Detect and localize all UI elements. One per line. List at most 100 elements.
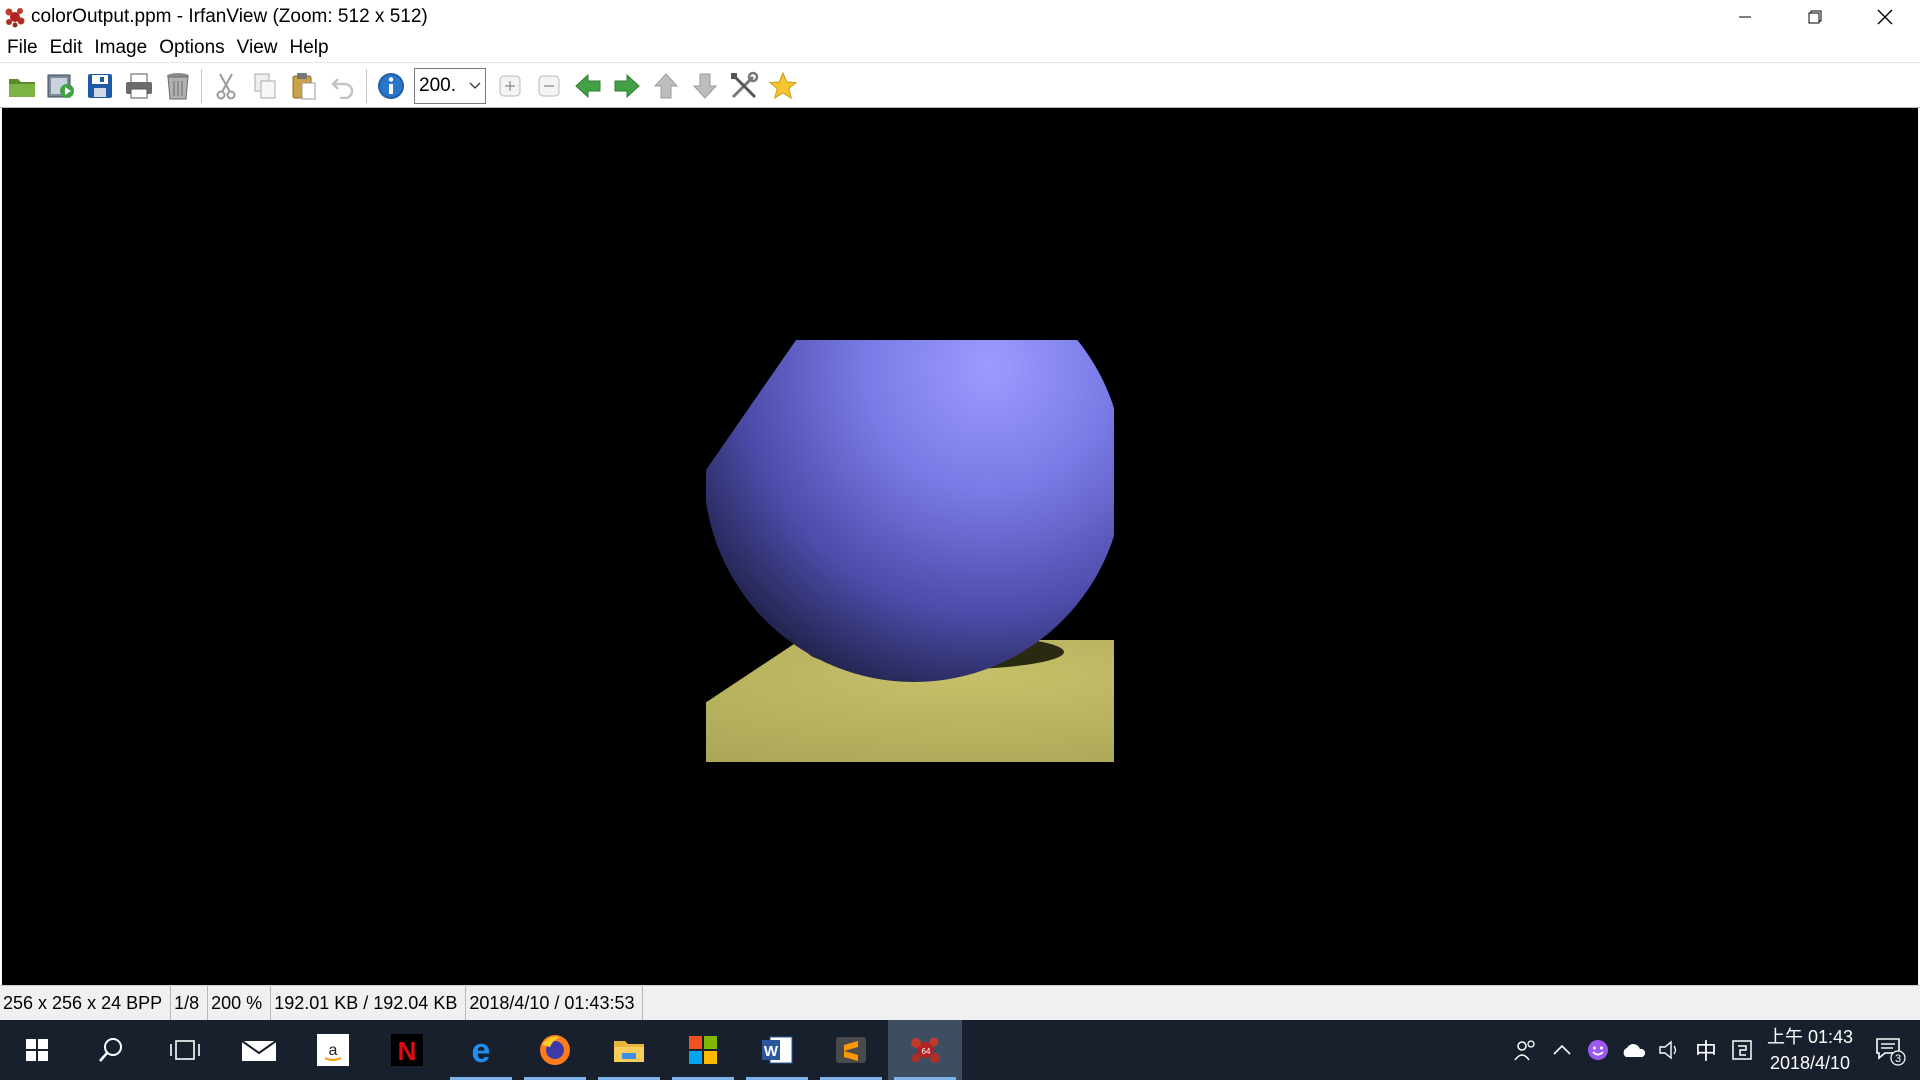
notification-icon: 3 — [1876, 1038, 1906, 1066]
start-button[interactable] — [0, 1020, 74, 1080]
amazon-icon: a — [317, 1034, 349, 1066]
zoom-out-button[interactable] — [529, 66, 568, 106]
open-button[interactable] — [2, 66, 41, 106]
status-filesize: 192.01 KB / 192.04 KB — [271, 985, 467, 1021]
ime-mode-icon — [1732, 1040, 1752, 1060]
zoom-in-icon — [499, 75, 520, 96]
clock-date: 2018/4/10 — [1769, 1053, 1851, 1073]
status-bar: 256 x 256 x 24 BPP 1/8 200 % 192.01 KB /… — [0, 985, 1920, 1021]
taskbar-sublime-text[interactable] — [814, 1020, 888, 1080]
close-button[interactable] — [1850, 0, 1920, 33]
image-viewport[interactable] — [0, 108, 1920, 985]
taskbar-file-explorer[interactable] — [592, 1020, 666, 1080]
last-image-button[interactable] — [685, 66, 724, 106]
input-method-button[interactable]: 中 — [1688, 1020, 1724, 1080]
chevron-up-icon — [1553, 1044, 1571, 1055]
menu-file[interactable]: File — [1, 33, 44, 63]
paste-button[interactable] — [284, 66, 323, 106]
svg-text:N: N — [398, 1036, 417, 1066]
menu-bar: File Edit Image Options View Help — [0, 33, 1920, 63]
undo-icon — [330, 77, 353, 99]
copy-button[interactable] — [245, 66, 284, 106]
info-icon — [377, 72, 404, 99]
people-button[interactable] — [1508, 1020, 1544, 1080]
status-dimensions: 256 x 256 x 24 BPP — [0, 985, 172, 1021]
search-button[interactable] — [74, 1020, 148, 1080]
clock[interactable]: 上午 01:43 2018/4/10 — [1760, 1024, 1860, 1076]
restore-button[interactable] — [1780, 0, 1850, 33]
cut-button[interactable] — [206, 66, 245, 106]
ime-mode-button[interactable] — [1724, 1020, 1760, 1080]
svg-text:64: 64 — [922, 1047, 931, 1056]
show-hidden-icons-button[interactable] — [1544, 1020, 1580, 1080]
save-button[interactable] — [80, 66, 119, 106]
tools-icon — [730, 71, 758, 98]
arrow-up-icon — [653, 72, 678, 98]
task-view-button[interactable] — [148, 1020, 222, 1080]
toolbar-separator — [201, 68, 202, 103]
open-icon — [8, 78, 35, 97]
arrow-down-icon — [692, 73, 717, 99]
menu-help[interactable]: Help — [284, 33, 335, 63]
toolbar: 200. — [0, 64, 1920, 108]
status-datetime: 2018/4/10 / 01:43:53 — [466, 985, 644, 1021]
menu-image[interactable]: Image — [88, 33, 153, 63]
slideshow-icon — [47, 74, 74, 98]
taskbar-word[interactable]: W — [740, 1020, 814, 1080]
taskbar-edge[interactable]: e — [444, 1020, 518, 1080]
volume-button[interactable] — [1652, 1020, 1688, 1080]
irfanview-app-icon[interactable] — [0, 0, 30, 33]
action-center-button[interactable]: 3 — [1860, 1020, 1920, 1080]
zoom-out-icon — [538, 75, 559, 96]
zoom-in-button[interactable] — [490, 66, 529, 106]
settings-button[interactable] — [724, 66, 763, 106]
svg-text:e: e — [472, 1033, 491, 1067]
title-bar[interactable]: colorOutput.ppm - IrfanView (Zoom: 512 x… — [0, 0, 1920, 33]
sublime-text-icon — [836, 1037, 866, 1063]
slideshow-button[interactable] — [41, 66, 80, 106]
menu-view[interactable]: View — [231, 33, 284, 63]
restore-icon — [1808, 10, 1822, 23]
zoom-combobox[interactable]: 200. — [414, 67, 486, 104]
previous-image-button[interactable] — [568, 66, 607, 106]
favorite-button[interactable] — [763, 66, 802, 106]
rendered-image — [706, 290, 1218, 802]
arrow-right-icon — [614, 73, 640, 98]
svg-text:a: a — [329, 1042, 338, 1059]
word-icon: W — [762, 1036, 793, 1064]
speaker-icon — [1659, 1040, 1677, 1060]
minimize-button[interactable] — [1710, 0, 1780, 33]
taskbar-firefox[interactable] — [518, 1020, 592, 1080]
task-view-icon — [170, 1040, 200, 1060]
mail-icon — [241, 1040, 277, 1061]
folder-icon — [614, 1041, 644, 1062]
print-button[interactable] — [119, 66, 158, 106]
paste-icon — [292, 72, 315, 99]
delete-icon — [166, 72, 189, 99]
taskbar-amazon[interactable]: a — [296, 1020, 370, 1080]
arrow-left-icon — [574, 73, 600, 98]
svg-text:W: W — [764, 1043, 779, 1060]
minimize-icon — [1739, 16, 1751, 17]
netflix-icon: N — [391, 1034, 423, 1066]
search-icon — [99, 1038, 122, 1062]
tray-app-button[interactable] — [1580, 1020, 1616, 1080]
menu-options[interactable]: Options — [153, 33, 230, 63]
taskbar-netflix[interactable]: N — [370, 1020, 444, 1080]
first-image-button[interactable] — [646, 66, 685, 106]
window-title: colorOutput.ppm - IrfanView (Zoom: 512 x… — [31, 5, 428, 27]
next-image-button[interactable] — [607, 66, 646, 106]
menu-edit[interactable]: Edit — [44, 33, 89, 63]
info-button[interactable] — [371, 66, 410, 106]
firefox-icon — [540, 1035, 570, 1065]
undo-button[interactable] — [323, 66, 362, 106]
delete-button[interactable] — [158, 66, 197, 106]
edge-icon: e — [472, 1033, 491, 1067]
copy-icon — [254, 73, 275, 98]
taskbar-mail[interactable] — [222, 1020, 296, 1080]
windows-logo-icon — [26, 1039, 48, 1061]
taskbar-store[interactable] — [666, 1020, 740, 1080]
taskbar-irfanview[interactable]: 64 — [888, 1020, 962, 1080]
save-icon — [87, 73, 112, 98]
onedrive-button[interactable] — [1616, 1020, 1652, 1080]
